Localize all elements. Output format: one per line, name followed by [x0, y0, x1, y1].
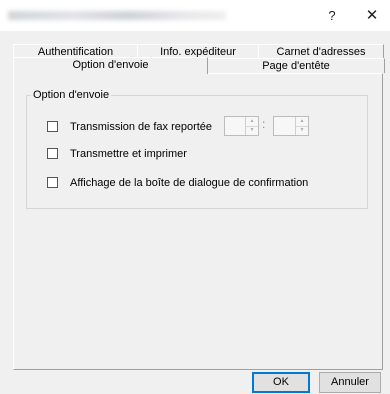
cancel-button[interactable]: Annuler [319, 372, 381, 393]
group-legend: Option d'envoie [31, 89, 112, 102]
ok-button[interactable]: OK [252, 372, 310, 393]
minute-down-arrow-icon[interactable]: ▼ [296, 126, 308, 135]
confirm-dialog-checkbox[interactable] [47, 177, 58, 188]
hour-spinner[interactable]: ▲ ▼ [224, 116, 259, 136]
help-button[interactable]: ? [320, 7, 344, 25]
time-separator: : [262, 117, 266, 131]
option-transmit-print[interactable]: Transmettre et imprimer [47, 147, 187, 161]
tab-page-entete[interactable]: Page d'entête [207, 58, 385, 73]
transmit-print-checkbox[interactable] [47, 148, 58, 159]
option-delayed-fax[interactable]: Transmission de fax reportée [47, 120, 212, 134]
transmit-print-label: Transmettre et imprimer [70, 148, 187, 160]
window-title-obscured [8, 11, 226, 20]
confirm-dialog-label: Affichage de la boîte de dialogue de con… [70, 177, 309, 189]
minute-spinner[interactable]: ▲ ▼ [273, 116, 309, 136]
delayed-fax-label: Transmission de fax reportée [70, 121, 213, 133]
tab-option-envoie[interactable]: Option d'envoie [13, 57, 208, 74]
hour-down-arrow-icon[interactable]: ▼ [246, 126, 258, 135]
close-button[interactable]: ✕ [360, 7, 384, 25]
title-bar: ? ✕ [0, 0, 390, 31]
hour-field[interactable] [225, 117, 243, 135]
option-confirm-dialog[interactable]: Affichage de la boîte de dialogue de con… [47, 176, 308, 190]
tab-carnet-adresses[interactable]: Carnet d'adresses [258, 44, 384, 59]
minute-field[interactable] [274, 117, 292, 135]
delayed-fax-checkbox[interactable] [47, 121, 58, 132]
